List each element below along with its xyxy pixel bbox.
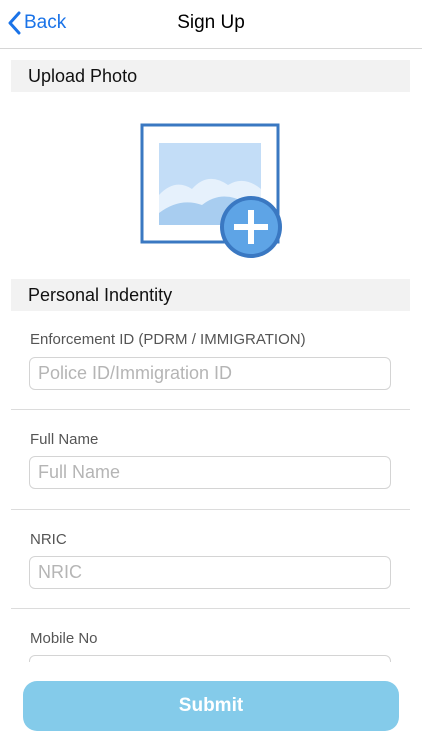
full-name-input[interactable] xyxy=(29,456,391,489)
section-title: Upload Photo xyxy=(28,65,138,86)
section-header-upload-photo: Upload Photo xyxy=(11,60,410,92)
field-label: Full Name xyxy=(30,431,99,448)
image-placeholder-icon xyxy=(140,123,282,258)
submit-button[interactable]: Submit xyxy=(23,681,399,731)
section-header-personal-identity: Personal Indentity xyxy=(11,279,410,311)
field-label: Enforcement ID (PDRM / IMMIGRATION) xyxy=(30,331,306,348)
field-label: NRIC xyxy=(30,531,67,548)
divider xyxy=(11,608,410,609)
page-title: Sign Up xyxy=(177,12,245,33)
section-title: Personal Indentity xyxy=(28,284,173,305)
enforcement-id-input[interactable] xyxy=(29,357,391,390)
photo-upload-button[interactable] xyxy=(140,123,286,263)
nric-input[interactable] xyxy=(29,556,391,589)
divider xyxy=(11,409,410,410)
plus-circle-icon xyxy=(220,196,282,258)
field-label: Mobile No xyxy=(30,630,98,647)
nav-header: Back Sign Up xyxy=(0,0,422,49)
divider xyxy=(11,509,410,510)
